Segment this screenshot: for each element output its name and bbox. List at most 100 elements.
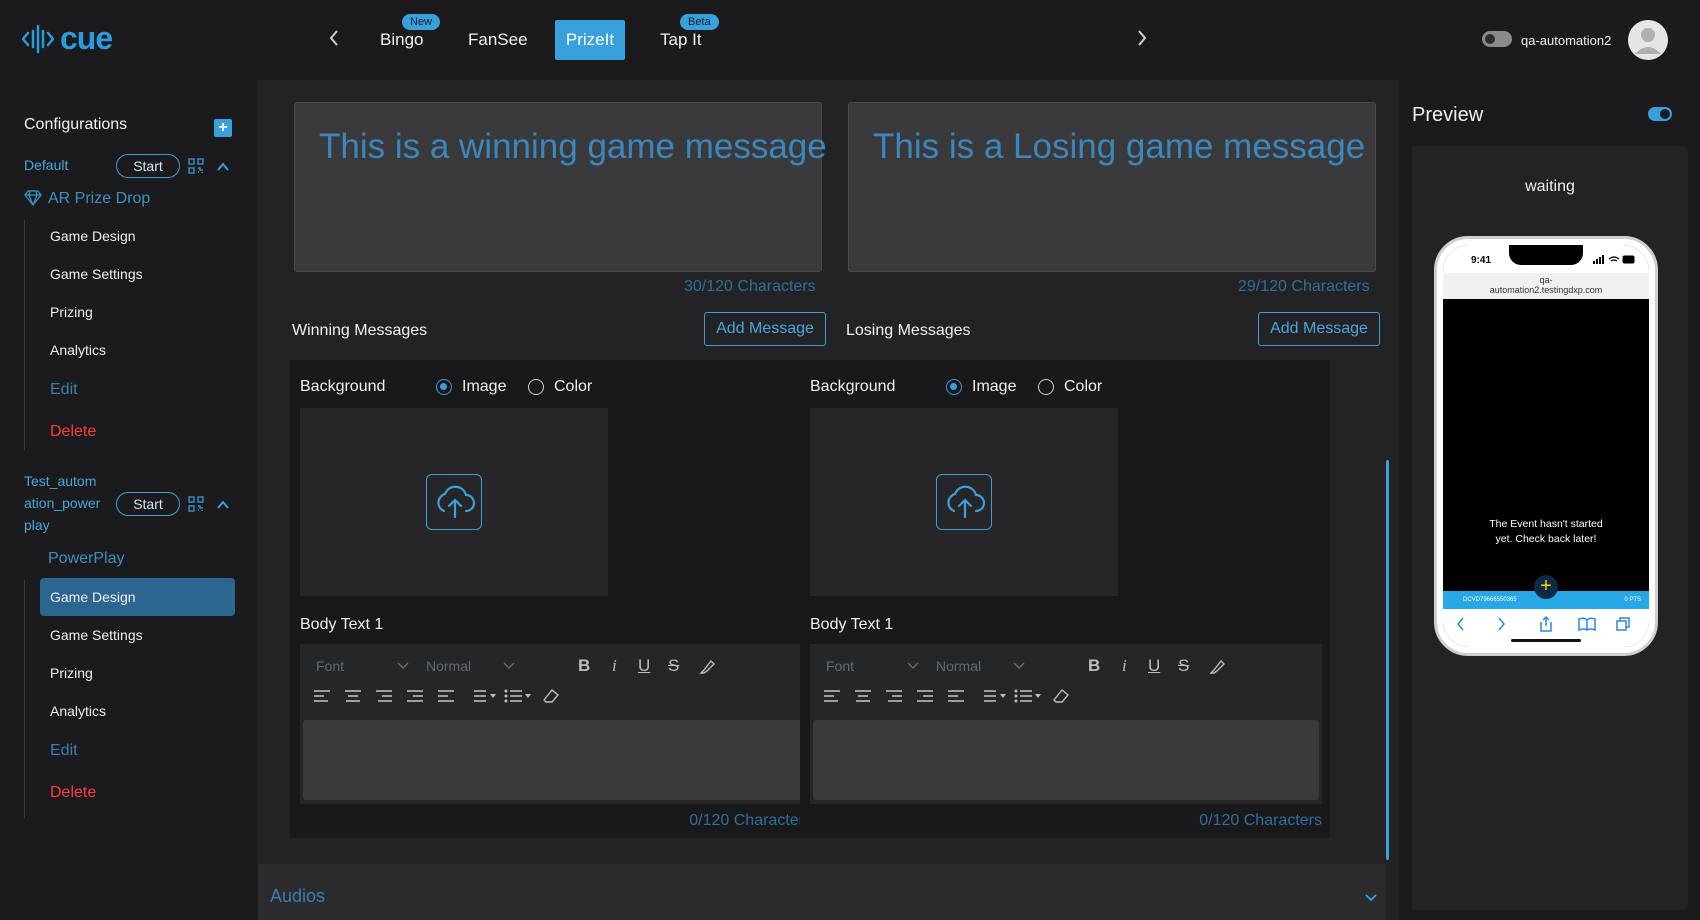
sidebar-item-analytics[interactable]: Analytics	[40, 692, 235, 730]
bold-icon[interactable]: B	[578, 656, 590, 676]
underline-icon[interactable]: U	[1148, 656, 1160, 676]
chevron-down-icon[interactable]	[396, 658, 410, 672]
italic-icon[interactable]: i	[612, 656, 617, 676]
size-select[interactable]: Normal	[936, 658, 981, 674]
config-name-line: Test_autom	[24, 473, 97, 489]
strikethrough-icon[interactable]: S	[668, 656, 679, 676]
body-text-char-count: 0/120 Characters	[689, 812, 812, 829]
audios-section[interactable]: Audios	[258, 864, 1386, 920]
radio-color[interactable]	[528, 379, 544, 395]
italic-icon[interactable]: i	[1122, 656, 1127, 676]
signal-battery-icon	[1593, 255, 1635, 264]
start-button[interactable]: Start	[116, 154, 180, 178]
underline-icon[interactable]: U	[638, 656, 650, 676]
highlighter-icon[interactable]	[1208, 658, 1226, 676]
beta-badge: Beta	[680, 14, 719, 30]
sidebar-item-game-design[interactable]: Game Design	[40, 578, 235, 616]
radio-color-label: Color	[554, 378, 593, 395]
phone-mockup: 9:41 qa- automation2.testingdxp.com The …	[1434, 236, 1658, 656]
radio-color[interactable]	[1038, 379, 1054, 395]
image-upload-area[interactable]	[810, 408, 1118, 596]
preview-toggle[interactable]	[1648, 107, 1672, 121]
upload-cloud-icon[interactable]	[936, 474, 992, 530]
avatar[interactable]	[1628, 20, 1668, 60]
audios-label: Audios	[270, 886, 326, 906]
chevron-up-icon[interactable]	[216, 160, 230, 174]
sidebar-item-prizing[interactable]: Prizing	[40, 654, 235, 692]
logo-text: cue	[60, 20, 113, 56]
winning-message-text: This is a winning game message	[319, 127, 827, 166]
font-select[interactable]: Font	[316, 658, 344, 674]
tab-fansee[interactable]: FanSee	[454, 20, 542, 60]
qr-code-icon[interactable]	[188, 496, 204, 512]
chevron-down-icon[interactable]	[906, 658, 920, 672]
tab-label: FanSee	[468, 30, 528, 49]
config-name-default[interactable]: Default	[24, 154, 68, 176]
body-text-label: Body Text 1	[810, 616, 894, 633]
add-winning-message-button[interactable]: Add Message	[704, 312, 826, 346]
losing-message-panel: Background Image Color Body Text 1 Font …	[800, 360, 1330, 838]
tab-bingo[interactable]: Bingo New	[366, 14, 441, 60]
chevron-down-icon[interactable]	[1364, 890, 1378, 904]
diamond-icon	[24, 190, 42, 206]
radio-image[interactable]	[436, 379, 452, 395]
preview-status: waiting	[1525, 178, 1575, 195]
size-select[interactable]: Normal	[426, 658, 471, 674]
sidebar-item-game-settings[interactable]: Game Settings	[40, 616, 235, 654]
add-losing-message-button[interactable]: Add Message	[1258, 312, 1380, 346]
points-value: 0 PTS	[1624, 597, 1641, 603]
add-circle-icon: +	[1534, 575, 1558, 599]
scrollbar[interactable]	[1386, 460, 1389, 860]
highlighter-icon[interactable]	[698, 658, 716, 676]
sidebar-item-delete[interactable]: Delete	[40, 774, 235, 812]
phone-status-bar: 9:41	[1443, 245, 1649, 273]
winning-message-panel: Background Image Color Body Text 1 Font …	[290, 360, 820, 838]
qr-code-icon[interactable]	[188, 158, 204, 174]
url-text: qa-	[1539, 275, 1553, 285]
background-label: Background	[300, 378, 386, 395]
top-header: cue Bingo New FanSee PrizeIt Tap It Beta…	[0, 0, 1700, 80]
start-button[interactable]: Start	[116, 492, 180, 516]
add-configuration-button[interactable]: +	[214, 119, 232, 137]
new-badge: New	[402, 14, 441, 30]
sidebar-item-analytics[interactable]: Analytics	[40, 331, 235, 369]
sidebar-item-game-settings[interactable]: Game Settings	[40, 255, 235, 293]
losing-message-preview: This is a Losing game message	[848, 102, 1376, 272]
font-select[interactable]: Font	[826, 658, 854, 674]
chevron-left-icon[interactable]	[328, 28, 340, 48]
config-name-test-automation[interactable]: Test_autom ation_power play	[24, 470, 114, 536]
sidebar-item-delete[interactable]: Delete	[40, 413, 235, 451]
background-label: Background	[810, 378, 896, 395]
losing-messages-label: Losing Messages	[846, 322, 971, 339]
theme-toggle[interactable]	[1482, 31, 1512, 47]
chevron-down-icon[interactable]	[1012, 658, 1026, 672]
chevron-up-icon[interactable]	[216, 498, 230, 512]
sidebar-item-edit[interactable]: Edit	[40, 371, 235, 409]
sidebar-item-prizing[interactable]: Prizing	[40, 293, 235, 331]
alignment-toolbar[interactable]	[822, 686, 1072, 706]
preview-panel: Preview waiting 9:41 qa- automation2.tes…	[1398, 80, 1700, 920]
strikethrough-icon[interactable]: S	[1178, 656, 1189, 676]
tree-divider	[24, 580, 25, 818]
alignment-toolbar[interactable]	[312, 686, 562, 706]
tab-prizeit[interactable]: PrizeIt	[555, 20, 625, 60]
image-upload-area[interactable]	[300, 408, 608, 596]
phone-notch	[1509, 245, 1583, 265]
body-text-label: Body Text 1	[300, 616, 384, 633]
winning-message-preview: This is a winning game message	[294, 102, 827, 272]
body-text-editor[interactable]	[813, 720, 1319, 800]
upload-cloud-icon[interactable]	[426, 474, 482, 530]
radio-image-label: Image	[972, 378, 1017, 395]
config-name-line: play	[24, 517, 50, 533]
bold-icon[interactable]: B	[1088, 656, 1100, 676]
sidebar-item-edit[interactable]: Edit	[40, 732, 235, 770]
radio-image[interactable]	[946, 379, 962, 395]
chevron-right-icon[interactable]	[1136, 28, 1148, 48]
phone-screen: 9:41 qa- automation2.testingdxp.com The …	[1443, 245, 1649, 647]
tab-tapit[interactable]: Tap It Beta	[646, 14, 719, 60]
body-text-editor[interactable]	[303, 720, 809, 800]
winning-messages-label: Winning Messages	[292, 322, 428, 339]
sidebar-item-game-design[interactable]: Game Design	[40, 217, 235, 255]
cue-logo[interactable]: cue	[22, 20, 113, 57]
chevron-down-icon[interactable]	[502, 658, 516, 672]
